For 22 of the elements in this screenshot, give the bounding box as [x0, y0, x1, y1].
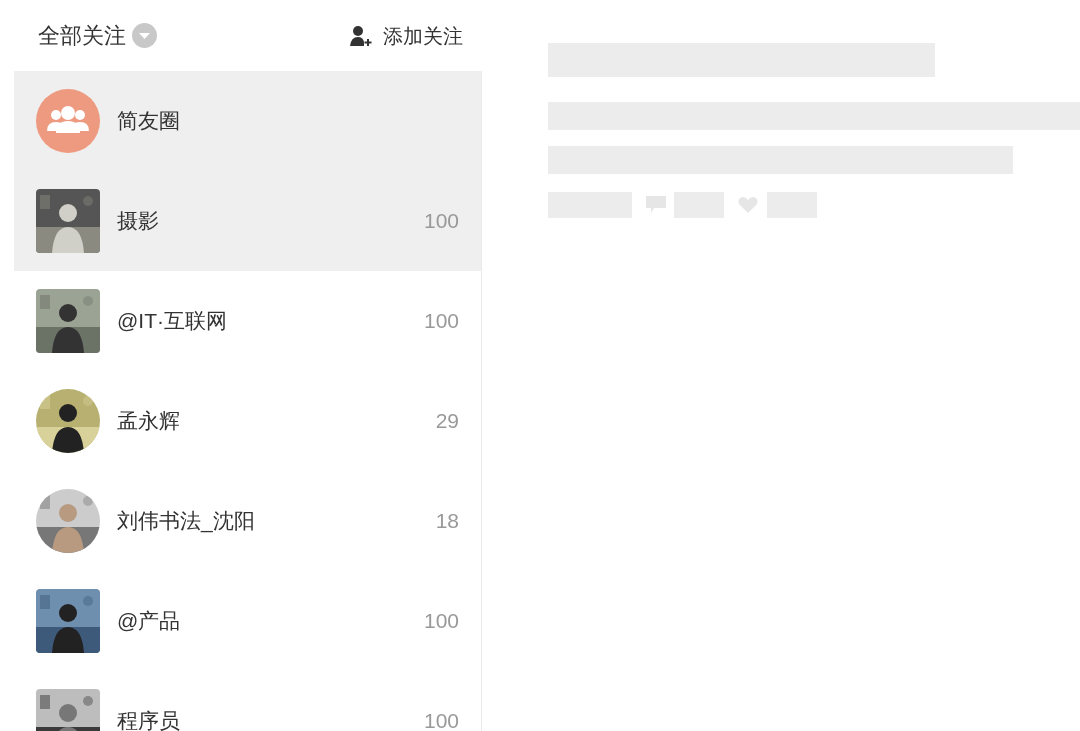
item-count: 18 — [435, 508, 459, 535]
item-count: 29 — [435, 408, 459, 435]
item-name: @IT·互联网 — [117, 308, 228, 335]
item-name: 刘伟书法_沈阳 — [117, 508, 256, 535]
group-icon — [36, 89, 100, 153]
heart-icon — [738, 196, 758, 214]
item-count: 100 — [423, 608, 459, 635]
header-title: 全部关注 — [38, 22, 126, 50]
list-item[interactable]: 摄影 100 — [14, 171, 481, 271]
comment-icon — [646, 196, 666, 214]
item-count: 100 — [423, 208, 459, 235]
list-item[interactable]: 简友圈 — [14, 71, 481, 171]
add-user-icon — [349, 24, 373, 47]
item-name: 程序员 — [117, 708, 181, 731]
item-name: 摄影 — [117, 208, 160, 235]
item-name: 孟永辉 — [117, 408, 181, 435]
item-count: 100 — [423, 708, 459, 731]
item-count: 100 — [423, 308, 459, 335]
item-name: @产品 — [117, 608, 182, 635]
add-follow-button[interactable]: 添加关注 — [349, 20, 463, 51]
item-name: 简友圈 — [117, 108, 181, 135]
dropdown-icon[interactable] — [132, 23, 157, 48]
